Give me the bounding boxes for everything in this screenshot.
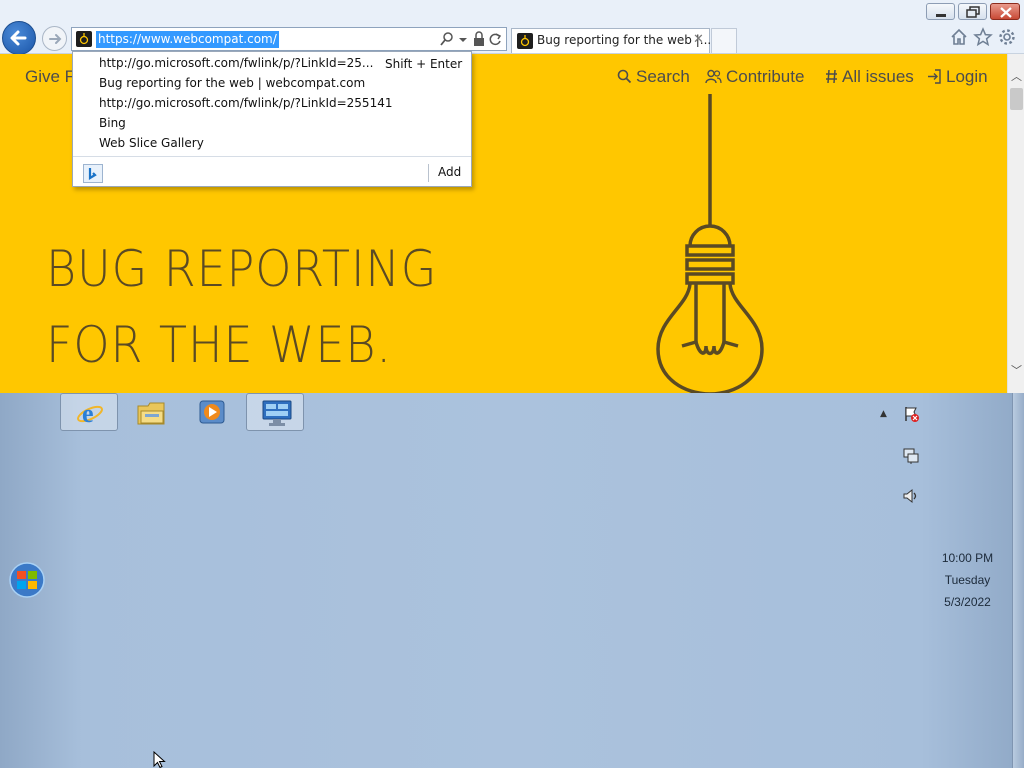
close-icon[interactable]: ✕ [693, 32, 704, 47]
autocomplete-footer: Add [73, 156, 471, 186]
scrollbar-thumb[interactable] [1010, 88, 1023, 110]
vertical-scrollbar[interactable]: ︿ ﹀ [1007, 54, 1024, 393]
svg-text:e: e [82, 399, 94, 427]
volume-icon[interactable] [902, 487, 920, 505]
webcompat-favicon-icon [76, 31, 92, 47]
gear-icon[interactable] [997, 27, 1017, 47]
nav-contribute-label: Contribute [726, 67, 805, 86]
scroll-down-icon[interactable]: ﹀ [1011, 362, 1022, 378]
bing-icon[interactable] [83, 164, 103, 183]
chevron-down-icon[interactable] [458, 31, 468, 47]
lightbulb-icon [656, 94, 764, 393]
arrow-left-icon [10, 30, 27, 46]
star-icon[interactable] [973, 27, 993, 47]
autocomplete-item[interactable]: http://go.microsoft.com/fwlink/p/?LinkId… [99, 96, 392, 110]
autocomplete-item[interactable]: http://go.microsoft.com/fwlink/p/?LinkId… [99, 56, 373, 70]
hero-title-line-1: BUG REPORTING [46, 240, 438, 298]
clock-time[interactable]: 10:00 PM [930, 551, 1005, 565]
clock-day[interactable]: Tuesday [930, 573, 1005, 587]
clock-date[interactable]: 5/3/2022 [930, 595, 1005, 609]
search-icon[interactable] [440, 31, 454, 47]
add-search-provider-button[interactable]: Add [438, 165, 461, 179]
autocomplete-shortcut-hint: Shift + Enter [385, 57, 463, 71]
taskbar-internet-explorer-button[interactable]: e [60, 393, 118, 431]
url-input[interactable]: https://www.webcompat.com/ [96, 31, 279, 48]
nav-search-label: Search [636, 67, 690, 86]
divider [428, 164, 429, 182]
nav-all-issues-label: All issues [842, 67, 914, 86]
lock-icon[interactable] [473, 31, 485, 47]
nav-login-link[interactable]: Login [927, 67, 988, 87]
autocomplete-item[interactable]: Bug reporting for the web | webcompat.co… [99, 76, 365, 90]
minimize-button[interactable] [926, 3, 955, 20]
browser-toolbar: https://www.webcompat.com/ Bug reporting… [0, 0, 1024, 55]
taskbar-media-player-button[interactable] [183, 393, 241, 431]
taskbar: e ▲ 10:00 PM Tuesday 5/3/2022 [0, 393, 1024, 768]
mouse-cursor-icon [153, 751, 166, 768]
search-icon [617, 69, 632, 84]
address-autocomplete-dropdown: http://go.microsoft.com/fwlink/p/?LinkId… [72, 51, 472, 187]
address-bar[interactable]: https://www.webcompat.com/ [71, 27, 507, 51]
nav-login-label: Login [946, 67, 988, 86]
people-icon [705, 69, 722, 84]
browser-window: https://www.webcompat.com/ Bug reporting… [0, 0, 1024, 393]
folder-icon [137, 402, 165, 425]
forward-button[interactable] [42, 26, 67, 51]
start-orb-icon[interactable] [8, 561, 46, 599]
media-player-icon [199, 400, 225, 424]
restore-button[interactable] [958, 3, 987, 20]
nav-give-feedback-link[interactable]: Give F [25, 67, 75, 87]
network-icon[interactable] [902, 447, 920, 465]
refresh-icon[interactable] [488, 31, 502, 47]
nav-search-link[interactable]: Search [617, 67, 690, 87]
back-button[interactable] [2, 21, 36, 55]
webcompat-favicon-icon [517, 33, 533, 49]
arrow-right-icon [49, 34, 62, 44]
scroll-up-icon[interactable]: ︿ [1011, 68, 1022, 84]
internet-explorer-icon: e [77, 399, 103, 427]
taskbar-remote-desktop-button[interactable] [246, 393, 304, 431]
autocomplete-item[interactable]: Web Slice Gallery [99, 136, 204, 150]
new-tab-button[interactable] [711, 28, 737, 53]
remote-desktop-icon [262, 400, 292, 426]
login-icon [928, 69, 941, 84]
tab-title: Bug reporting for the web |... [537, 33, 712, 47]
taskbar-explorer-button[interactable] [122, 393, 180, 431]
close-window-button[interactable] [990, 3, 1020, 20]
autocomplete-item[interactable]: Bing [99, 116, 126, 130]
nav-contribute-link[interactable]: Contribute [705, 67, 804, 87]
action-center-flag-icon[interactable] [902, 405, 920, 423]
tab-webcompat[interactable]: Bug reporting for the web |... ✕ [511, 28, 712, 53]
hash-icon [826, 69, 837, 84]
nav-all-issues-link[interactable]: All issues [825, 67, 914, 87]
home-icon[interactable] [949, 27, 969, 47]
hero-title-line-2: FOR THE WEB. [46, 316, 392, 374]
show-desktop-button[interactable] [1012, 393, 1024, 768]
show-hidden-icons-chevron-icon[interactable]: ▲ [880, 409, 887, 419]
